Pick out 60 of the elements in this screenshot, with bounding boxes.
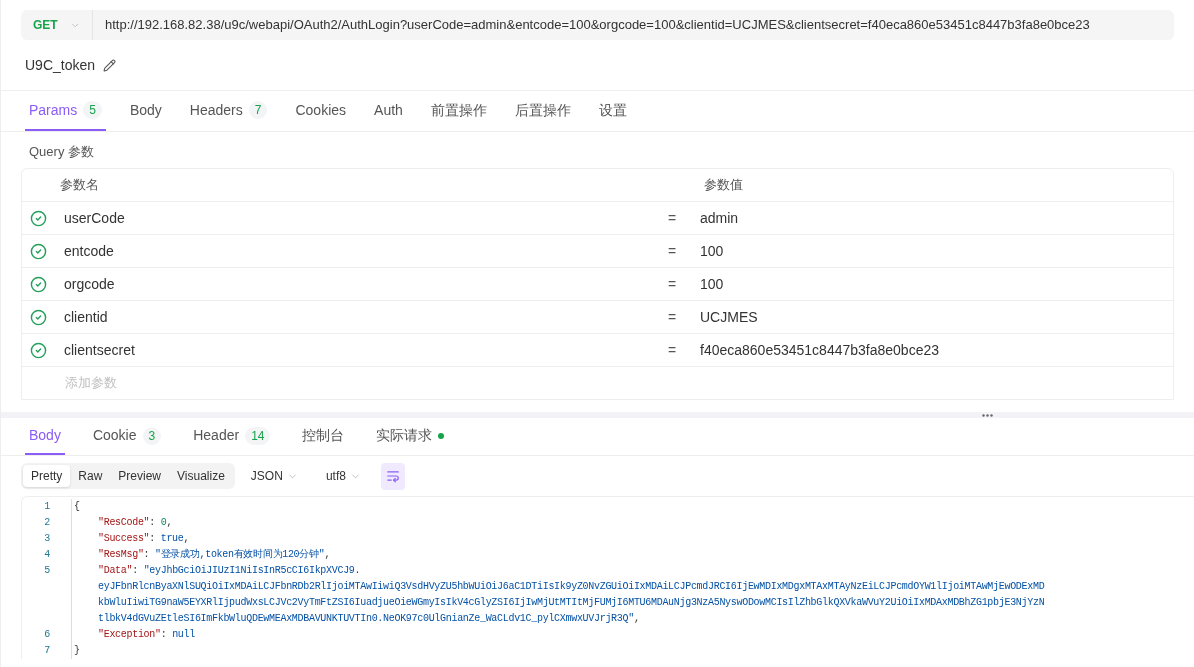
tab[interactable]: 实际请求 <box>372 418 449 455</box>
url-field[interactable]: http://192.168.82.38/u9c/webapi/OAuth2/AuthLogin?userCode=admin&entcode=100&orgcode=100&clientid=UCJMES&clientsecret=f40eca860e53451c8447b3fa8e0bce23 <box>93 15 1090 35</box>
encoding-dropdown[interactable]: utf8 <box>325 467 361 485</box>
line-number: 4 <box>43 548 50 562</box>
column-header: 参数名 <box>60 176 100 195</box>
code-line: kbWluIiwiTG9naW5EYXRlIjpudWxsLCJVc2VyTmFtZSI6IuadjueOieWGmyIsIkV4cGlyZSI6IjIwMjUtMTItMjFUMjI6MTU6MDAuNjg3NzA5NyswODowMCIsIlZhbGlkQXVkaWVuY2UiOiIxMDAxMDBhZG1pbjE3NjYzN <box>97 596 1045 610</box>
param-key[interactable]: orgcode <box>64 273 668 295</box>
tab[interactable]: Auth <box>370 91 407 131</box>
equals-sign: = <box>668 274 678 294</box>
param-value[interactable]: admin <box>700 207 739 229</box>
format-dropdown[interactable]: JSON <box>250 467 298 485</box>
line-number: 5 <box>43 564 50 578</box>
param-key[interactable]: entcode <box>64 240 668 262</box>
view-mode-tab[interactable]: Preview <box>110 465 170 487</box>
tab[interactable]: Body <box>25 418 65 455</box>
code-line: "ResMsg": "登录成功,token有效时间为120分钟", <box>97 547 331 562</box>
tab[interactable]: Body <box>125 91 166 131</box>
tab[interactable]: 控制台 <box>298 418 349 455</box>
equals-sign: = <box>668 208 678 228</box>
tab[interactable]: 设置 <box>594 91 631 131</box>
view-mode-tab[interactable]: Pretty <box>23 465 71 487</box>
equals-sign: = <box>668 340 678 360</box>
view-mode-tab[interactable]: Visualize <box>169 465 233 487</box>
code-line: "ResCode": 0, <box>97 516 173 530</box>
code-line: "Success": true, <box>97 532 190 546</box>
line-number: 6 <box>43 628 50 642</box>
param-value[interactable]: 100 <box>700 240 724 262</box>
tab[interactable]: Headers 7 <box>185 91 272 131</box>
view-mode-tab[interactable]: Raw <box>70 465 111 487</box>
edit-icon[interactable] <box>103 58 117 72</box>
tab[interactable]: Cookie 3 <box>88 418 166 455</box>
equals-sign: = <box>668 241 678 261</box>
code-line: eyJFbnRlcnByaXNlSUQiOiIxMDAiLCJFbnRDb2RlIjoiMTAwIiwiQ3VsdHVyZU5hbWUiOiJ6aC1DTiIsIk9yZ0NvZGUiOiIxMDAiLCJPcmdJRCI6IjEwMDIxMDgxMTAxMTAyNzEiLCJPcmdOYW1lIjoiMTAwMjEwODExMD <box>97 580 1045 594</box>
line-number: 3 <box>43 532 50 546</box>
wrap-toggle[interactable] <box>380 462 405 490</box>
param-key[interactable]: userCode <box>64 207 668 229</box>
tab[interactable]: Header 14 <box>189 418 275 455</box>
line-number: 7 <box>43 644 50 658</box>
param-value[interactable]: 100 <box>700 273 724 295</box>
code-line: "Data": "eyJhbGciOiJIUzI1NiIsInR5cCI6IkpXVCJ9. <box>97 564 362 578</box>
tab[interactable]: Cookies <box>291 91 351 131</box>
param-key[interactable]: clientsecret <box>64 339 668 361</box>
code-line: "Exception": null <box>97 628 195 642</box>
section-title: Query 参数 <box>28 143 95 161</box>
line-number: 2 <box>43 516 50 530</box>
tab[interactable]: 后置操作 <box>510 91 575 131</box>
tab[interactable]: 前置操作 <box>426 91 491 131</box>
wrap-text-icon <box>385 469 400 483</box>
code-line: } <box>74 644 80 658</box>
resize-handle-icon[interactable] <box>982 413 993 417</box>
request-name: U9C_token <box>25 55 96 75</box>
column-header: 参数值 <box>704 176 743 195</box>
param-key[interactable]: clientid <box>64 306 668 328</box>
param-value[interactable]: UCJMES <box>700 306 758 328</box>
code-line: tlbkV4dGVuZEtleSI6ImFkbWluQDEwMEAxMDBAVUNKTUVTIn0.NeOK97c0UlGnianZe_WaCLdv1C_pylCXmwxUVJrjR3Q", <box>97 612 641 626</box>
equals-sign: = <box>668 307 678 327</box>
code-line: { <box>74 500 80 514</box>
param-value[interactable]: f40eca860e53451c8447b3fa8e0bce23 <box>700 339 939 361</box>
tab[interactable]: Params 5 <box>25 91 106 131</box>
line-number: 1 <box>43 500 50 514</box>
